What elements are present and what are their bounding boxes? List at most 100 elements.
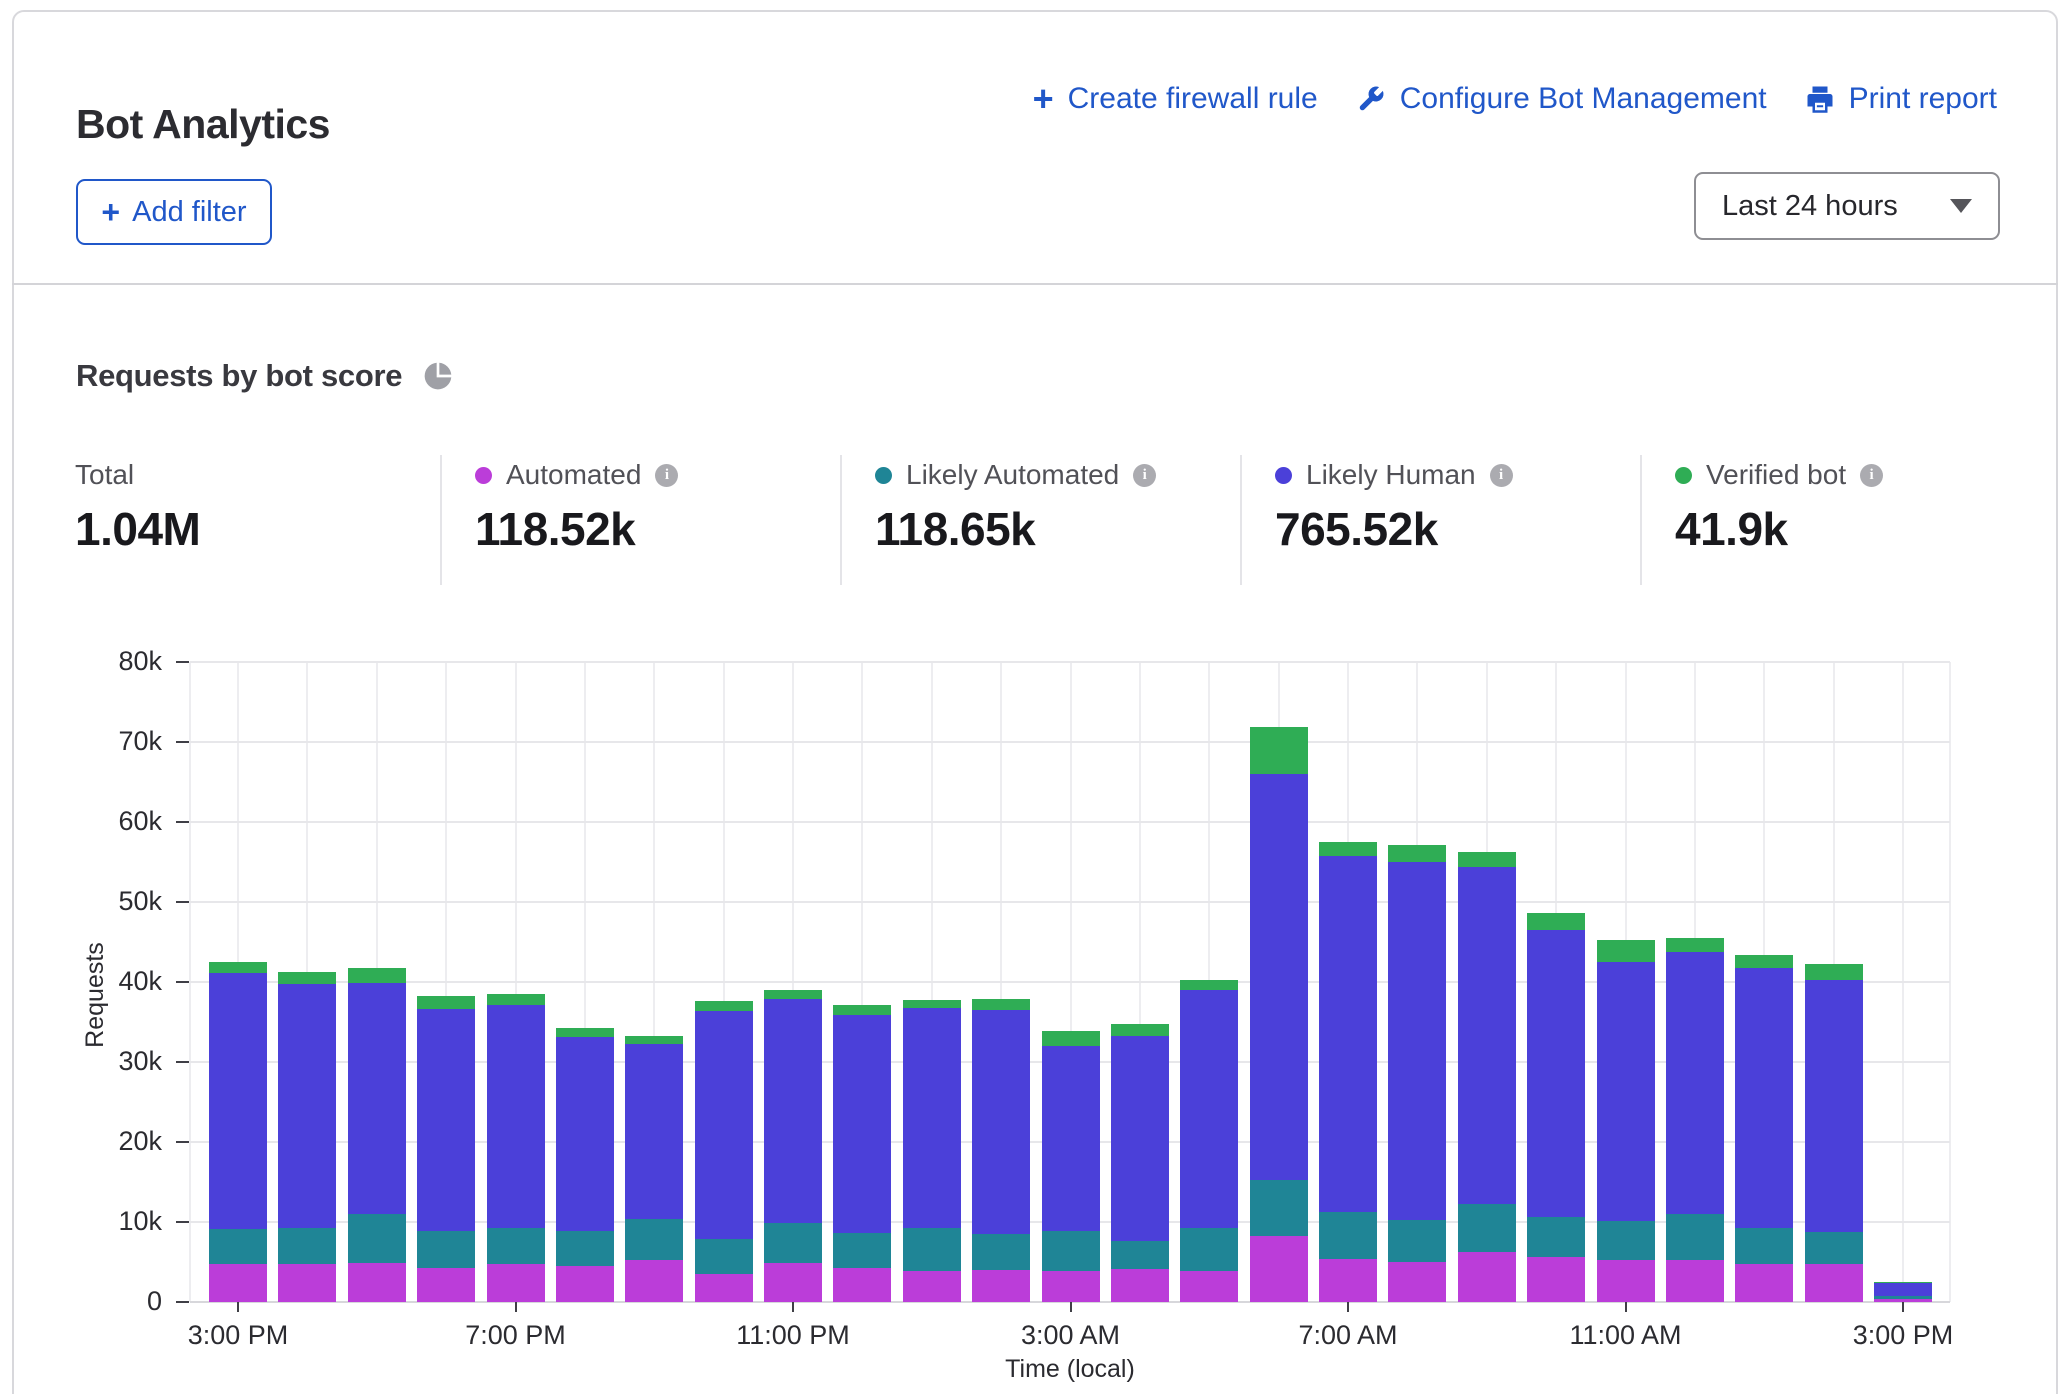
bar-segment-automated[interactable] bbox=[695, 1274, 753, 1302]
bar-segment-verified-bot[interactable] bbox=[903, 1000, 961, 1009]
bar-segment-automated[interactable] bbox=[487, 1264, 545, 1302]
bar-segment-verified-bot[interactable] bbox=[487, 994, 545, 1005]
bar-segment-likely-automated[interactable] bbox=[625, 1219, 683, 1260]
bar-segment-automated[interactable] bbox=[278, 1264, 336, 1302]
bar-segment-verified-bot[interactable] bbox=[1527, 913, 1585, 930]
bar-segment-automated[interactable] bbox=[1042, 1271, 1100, 1302]
bar-segment-likely-human[interactable] bbox=[972, 1010, 1030, 1234]
bar-segment-likely-automated[interactable] bbox=[209, 1229, 267, 1264]
bar-segment-likely-human[interactable] bbox=[1666, 952, 1724, 1214]
bar-segment-likely-automated[interactable] bbox=[764, 1223, 822, 1263]
bar-segment-likely-human[interactable] bbox=[833, 1015, 891, 1233]
bar-segment-likely-automated[interactable] bbox=[972, 1234, 1030, 1270]
bar-segment-likely-automated[interactable] bbox=[1874, 1296, 1932, 1300]
bar-segment-verified-bot[interactable] bbox=[833, 1005, 891, 1015]
bar-segment-likely-human[interactable] bbox=[209, 973, 267, 1229]
info-icon[interactable]: i bbox=[1860, 464, 1883, 487]
bar-segment-likely-automated[interactable] bbox=[1111, 1241, 1169, 1269]
bar-segment-verified-bot[interactable] bbox=[1180, 980, 1238, 990]
print-report-link[interactable]: Print report bbox=[1805, 82, 1997, 116]
bar-segment-likely-human[interactable] bbox=[1458, 867, 1516, 1205]
bar-segment-likely-human[interactable] bbox=[487, 1005, 545, 1228]
bar-segment-likely-automated[interactable] bbox=[556, 1231, 614, 1266]
bar-segment-automated[interactable] bbox=[972, 1270, 1030, 1302]
bar-segment-verified-bot[interactable] bbox=[417, 996, 475, 1009]
bar-segment-likely-human[interactable] bbox=[556, 1037, 614, 1231]
bar-segment-automated[interactable] bbox=[556, 1266, 614, 1302]
bar-segment-likely-human[interactable] bbox=[1874, 1283, 1932, 1296]
info-icon[interactable]: i bbox=[1133, 464, 1156, 487]
bar-segment-likely-human[interactable] bbox=[695, 1011, 753, 1239]
bar-segment-likely-automated[interactable] bbox=[1180, 1228, 1238, 1270]
bar-segment-likely-automated[interactable] bbox=[695, 1239, 753, 1274]
bar-segment-likely-human[interactable] bbox=[764, 999, 822, 1223]
bar-segment-automated[interactable] bbox=[1527, 1257, 1585, 1302]
bar-segment-automated[interactable] bbox=[1319, 1259, 1377, 1302]
bar-segment-verified-bot[interactable] bbox=[1805, 964, 1863, 980]
bar-segment-automated[interactable] bbox=[903, 1271, 961, 1302]
bar-segment-automated[interactable] bbox=[1666, 1260, 1724, 1302]
bar-segment-verified-bot[interactable] bbox=[556, 1028, 614, 1038]
bar-segment-verified-bot[interactable] bbox=[1388, 845, 1446, 862]
bar-segment-verified-bot[interactable] bbox=[1666, 938, 1724, 952]
bar-segment-verified-bot[interactable] bbox=[625, 1036, 683, 1044]
bar-segment-likely-automated[interactable] bbox=[417, 1231, 475, 1268]
bar-segment-verified-bot[interactable] bbox=[209, 962, 267, 973]
bar-segment-automated[interactable] bbox=[1111, 1269, 1169, 1302]
info-icon[interactable]: i bbox=[655, 464, 678, 487]
bar-segment-likely-automated[interactable] bbox=[903, 1228, 961, 1270]
bar-segment-automated[interactable] bbox=[833, 1268, 891, 1302]
bar-segment-verified-bot[interactable] bbox=[1597, 940, 1655, 962]
bar-segment-automated[interactable] bbox=[209, 1264, 267, 1302]
bar-segment-verified-bot[interactable] bbox=[348, 968, 406, 982]
bar-segment-verified-bot[interactable] bbox=[764, 990, 822, 999]
bar-segment-likely-human[interactable] bbox=[1111, 1036, 1169, 1242]
bar-segment-likely-human[interactable] bbox=[417, 1009, 475, 1231]
time-range-select[interactable]: Last 24 hours bbox=[1694, 172, 2000, 240]
bar-segment-likely-human[interactable] bbox=[1805, 980, 1863, 1233]
bar-segment-likely-automated[interactable] bbox=[487, 1228, 545, 1264]
bar-segment-automated[interactable] bbox=[1597, 1260, 1655, 1302]
bar-segment-automated[interactable] bbox=[1180, 1271, 1238, 1302]
bar-segment-verified-bot[interactable] bbox=[1735, 955, 1793, 969]
bar-segment-likely-human[interactable] bbox=[1250, 774, 1308, 1180]
bar-segment-likely-automated[interactable] bbox=[833, 1233, 891, 1267]
create-firewall-rule-link[interactable]: + Create firewall rule bbox=[1033, 82, 1318, 116]
bar-segment-likely-automated[interactable] bbox=[1388, 1220, 1446, 1262]
bar-segment-automated[interactable] bbox=[348, 1263, 406, 1302]
bar-segment-likely-human[interactable] bbox=[348, 983, 406, 1214]
bar-segment-likely-automated[interactable] bbox=[278, 1228, 336, 1264]
bar-segment-verified-bot[interactable] bbox=[1458, 852, 1516, 866]
bar-segment-likely-human[interactable] bbox=[1042, 1046, 1100, 1231]
bar-segment-automated[interactable] bbox=[1250, 1236, 1308, 1302]
bar-segment-likely-human[interactable] bbox=[1319, 856, 1377, 1212]
bar-segment-likely-automated[interactable] bbox=[1319, 1212, 1377, 1258]
bar-segment-likely-automated[interactable] bbox=[1042, 1231, 1100, 1271]
bar-segment-likely-automated[interactable] bbox=[1735, 1228, 1793, 1263]
bar-segment-automated[interactable] bbox=[417, 1268, 475, 1302]
bar-segment-verified-bot[interactable] bbox=[695, 1001, 753, 1011]
bar-segment-likely-human[interactable] bbox=[1735, 968, 1793, 1228]
bar-segment-verified-bot[interactable] bbox=[278, 972, 336, 984]
bar-segment-automated[interactable] bbox=[625, 1260, 683, 1302]
bar-segment-automated[interactable] bbox=[1388, 1262, 1446, 1302]
bar-segment-verified-bot[interactable] bbox=[1042, 1031, 1100, 1046]
bar-segment-automated[interactable] bbox=[764, 1263, 822, 1302]
info-icon[interactable]: i bbox=[1490, 464, 1513, 487]
bar-segment-likely-automated[interactable] bbox=[1805, 1232, 1863, 1264]
bar-segment-likely-automated[interactable] bbox=[348, 1214, 406, 1263]
bar-segment-likely-human[interactable] bbox=[903, 1008, 961, 1228]
bar-segment-verified-bot[interactable] bbox=[1874, 1282, 1932, 1283]
bar-segment-verified-bot[interactable] bbox=[1111, 1024, 1169, 1035]
bar-segment-likely-automated[interactable] bbox=[1666, 1214, 1724, 1260]
bar-segment-likely-human[interactable] bbox=[1388, 862, 1446, 1220]
bar-segment-likely-automated[interactable] bbox=[1527, 1217, 1585, 1257]
bar-segment-automated[interactable] bbox=[1735, 1264, 1793, 1302]
bar-segment-likely-human[interactable] bbox=[625, 1044, 683, 1219]
add-filter-button[interactable]: + Add filter bbox=[76, 179, 272, 245]
configure-bot-management-link[interactable]: Configure Bot Management bbox=[1356, 82, 1767, 116]
bar-segment-verified-bot[interactable] bbox=[1319, 842, 1377, 856]
bar-segment-likely-human[interactable] bbox=[1527, 930, 1585, 1217]
bar-segment-likely-human[interactable] bbox=[1597, 962, 1655, 1221]
bar-segment-likely-automated[interactable] bbox=[1458, 1204, 1516, 1252]
